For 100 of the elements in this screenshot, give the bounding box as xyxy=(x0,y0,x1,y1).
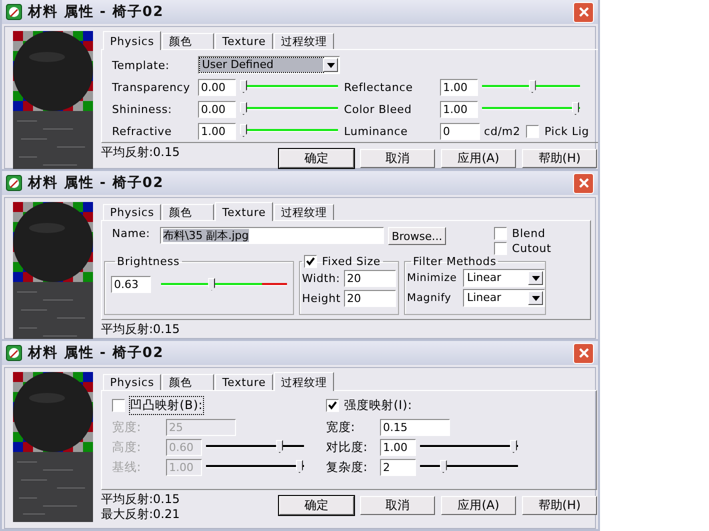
field-label: 基线: xyxy=(112,458,142,476)
field-label: Refractive xyxy=(112,124,173,138)
field-label: Reflectance xyxy=(344,80,414,94)
caret-icon xyxy=(326,62,334,68)
checkbox[interactable] xyxy=(304,255,317,268)
template-dropdown[interactable]: User Defined xyxy=(198,56,340,74)
slider[interactable] xyxy=(482,101,580,117)
input-field[interactable]: 1.00 xyxy=(440,78,478,96)
window-title: 材料 属性 - 椅子02 xyxy=(28,174,164,192)
input-field[interactable]: 2 xyxy=(380,458,416,476)
stat-text: 最大反射:0.21 xyxy=(101,507,181,522)
input-field[interactable]: 0.63 xyxy=(111,276,151,293)
dialog-button[interactable]: 确定 xyxy=(279,496,354,515)
unit-label: cd/m2 xyxy=(484,124,520,138)
slider-thumb[interactable] xyxy=(208,278,216,290)
slider[interactable] xyxy=(240,123,338,139)
field-label: Minimize xyxy=(407,272,458,284)
window-title: 材料 属性 - 椅子02 xyxy=(28,3,164,21)
field-label: Height xyxy=(302,292,342,304)
tab[interactable]: 颜色 xyxy=(162,374,214,390)
dialog-button[interactable]: 确定 xyxy=(279,149,354,168)
dialog-button[interactable]: 应用(A) xyxy=(441,496,516,515)
slider-thumb[interactable] xyxy=(528,80,536,93)
stat-text: 平均反射:0.15 xyxy=(101,322,181,337)
tab[interactable]: 颜色 xyxy=(162,204,214,220)
checkbox[interactable] xyxy=(326,398,339,412)
checkbox[interactable] xyxy=(526,124,540,138)
dialog-button[interactable]: 帮助(H) xyxy=(522,149,597,168)
tab[interactable]: Texture xyxy=(215,202,273,221)
input-field[interactable]: 20 xyxy=(344,270,396,286)
tab[interactable]: Texture xyxy=(215,374,273,390)
dialog-button[interactable]: 帮助(H) xyxy=(522,496,597,515)
browse-button[interactable]: Browse... xyxy=(388,227,446,245)
input-field[interactable]: 20 xyxy=(344,290,396,306)
slider[interactable] xyxy=(420,439,518,455)
tab[interactable]: 过程纹理 xyxy=(274,204,334,220)
slider[interactable] xyxy=(161,276,287,292)
caret-icon xyxy=(532,296,540,300)
dialog-button[interactable]: 取消 xyxy=(360,496,435,515)
field-label: Shininess: xyxy=(112,102,173,116)
close-icon xyxy=(578,177,590,189)
field-label: 宽度: xyxy=(112,418,142,436)
slider-thumb[interactable] xyxy=(240,124,247,137)
input-field[interactable]: 1.00 xyxy=(198,122,236,140)
window-title: 材料 属性 - 椅子02 xyxy=(28,344,164,362)
checkbox[interactable] xyxy=(494,242,507,255)
group-title: Filter Methods xyxy=(412,255,498,268)
close-icon xyxy=(578,347,590,359)
field-label: 高度: xyxy=(112,438,142,456)
field-label: Transparency xyxy=(112,80,192,94)
slider[interactable] xyxy=(206,439,304,455)
field-label: Template: xyxy=(112,58,170,72)
close-button[interactable] xyxy=(573,342,594,364)
field-label: 对比度: xyxy=(326,438,369,456)
tab[interactable]: Physics xyxy=(103,204,162,220)
checkbox-label: 强度映射(I): xyxy=(344,396,412,414)
checkbox[interactable] xyxy=(494,227,507,240)
close-button[interactable] xyxy=(573,2,594,22)
input-field[interactable]: 0 xyxy=(440,122,480,140)
tab[interactable]: Physics xyxy=(103,374,162,390)
group-title: Brightness xyxy=(116,255,181,268)
input-field[interactable]: 1.00 xyxy=(440,100,478,118)
tab[interactable]: Texture xyxy=(215,33,273,49)
slider[interactable] xyxy=(240,79,338,95)
tab[interactable]: 过程纹理 xyxy=(274,372,334,391)
field-label: Color Bleed xyxy=(344,102,413,116)
stat-text: 平均反射:0.15 xyxy=(101,492,181,507)
tab[interactable]: Physics xyxy=(103,31,162,50)
field-label: Width: xyxy=(302,272,342,284)
close-icon xyxy=(578,6,590,18)
input-field[interactable]: 0.00 xyxy=(198,100,236,118)
field-label: 宽度: xyxy=(326,418,356,436)
slider[interactable] xyxy=(240,101,338,117)
input-field[interactable]: 0.15 xyxy=(380,418,450,436)
tab[interactable]: 颜色 xyxy=(162,33,214,49)
tab[interactable]: 过程纹理 xyxy=(274,33,334,49)
slider-thumb[interactable] xyxy=(240,102,247,115)
close-button[interactable] xyxy=(573,172,594,194)
filter-dropdown[interactable]: Linear xyxy=(463,269,545,287)
dialog-button[interactable]: 取消 xyxy=(360,149,435,168)
app-icon xyxy=(6,4,22,20)
dialog-button[interactable]: 应用(A) xyxy=(441,149,516,168)
slider-thumb[interactable] xyxy=(572,102,579,115)
slider-thumb[interactable] xyxy=(510,440,517,453)
input-field[interactable]: 1.00 xyxy=(380,438,416,456)
field-label: Name: xyxy=(112,227,152,240)
stat-text: 平均反射:0.15 xyxy=(101,145,181,160)
checkbox[interactable] xyxy=(112,398,125,412)
checkbox-label: Cutout xyxy=(512,242,552,255)
app-icon xyxy=(6,175,22,191)
input-field[interactable]: 0.00 xyxy=(198,78,236,96)
filter-dropdown[interactable]: Linear xyxy=(463,289,545,307)
slider-thumb[interactable] xyxy=(240,80,247,93)
slider[interactable] xyxy=(420,459,518,475)
slider-thumb[interactable] xyxy=(440,460,447,473)
slider[interactable] xyxy=(206,459,304,475)
checkbox-label: 凹凸映射(B): xyxy=(130,396,203,414)
checkbox-label: Fixed Size xyxy=(322,255,381,268)
file-name-field[interactable]: 布料\35 副本.jpg xyxy=(160,227,384,244)
slider[interactable] xyxy=(482,79,580,95)
